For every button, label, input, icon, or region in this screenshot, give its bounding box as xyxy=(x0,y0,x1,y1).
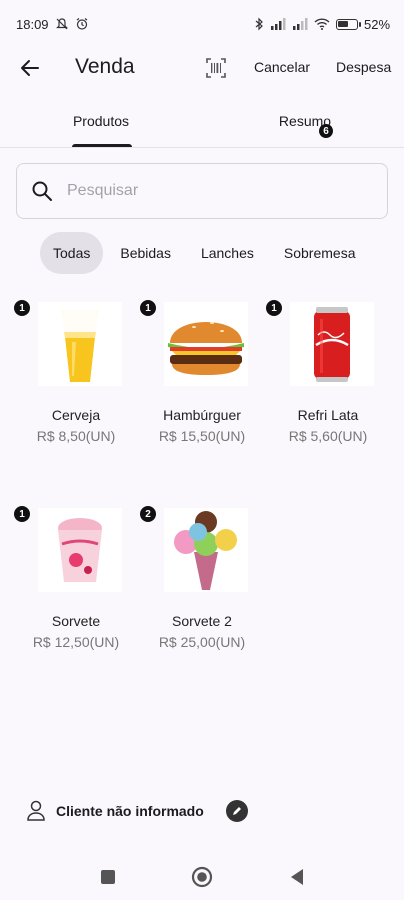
product-card[interactable]: 1 Sorvete R$ 12,50(UN) xyxy=(14,506,138,658)
ice-cream-scoops-image xyxy=(164,508,248,592)
battery-icon xyxy=(335,18,361,30)
mute-icon xyxy=(55,17,69,31)
person-icon xyxy=(27,800,45,821)
product-card[interactable]: 1 Hambúrguer R$ 15,50(UN) xyxy=(140,300,264,452)
tab-bar: Produtos Resumo 6 xyxy=(0,100,404,148)
search-input[interactable] xyxy=(67,182,347,200)
tab-products-label: Produtos xyxy=(72,113,130,129)
product-name: Refri Lata xyxy=(297,407,359,423)
quantity-badge: 1 xyxy=(14,506,30,522)
chip-snacks[interactable]: Lanches xyxy=(188,232,267,274)
product-price: R$ 8,50(UN) xyxy=(36,428,116,444)
summary-count-badge: 6 xyxy=(319,124,333,138)
cancel-button[interactable]: Cancelar xyxy=(254,59,310,75)
status-time: 18:09 xyxy=(16,16,49,32)
burger-image xyxy=(164,302,248,386)
search-box[interactable] xyxy=(16,163,388,219)
app-bar: Venda Cancelar Despesa xyxy=(0,48,404,88)
square-icon xyxy=(101,870,115,884)
product-name: Sorvete 2 xyxy=(172,613,232,629)
product-card[interactable]: 1 Cerveja R$ 8,50(UN) xyxy=(14,300,138,452)
chip-all[interactable]: Todas xyxy=(40,232,104,274)
product-price: R$ 5,60(UN) xyxy=(288,428,368,444)
arrow-left-icon xyxy=(21,60,39,76)
signal-icon xyxy=(270,18,286,30)
client-label: Cliente não informado xyxy=(56,803,204,819)
back-nav-button[interactable] xyxy=(286,866,308,888)
ice-cream-cup-image xyxy=(38,508,122,592)
quantity-badge: 2 xyxy=(140,506,156,522)
client-row[interactable]: Cliente não informado xyxy=(26,798,248,824)
product-name: Hambúrguer xyxy=(163,407,241,423)
recents-button[interactable] xyxy=(97,866,119,888)
home-button[interactable] xyxy=(191,866,213,888)
product-name: Sorvete xyxy=(51,613,101,629)
tab-summary[interactable]: Resumo 6 xyxy=(270,100,340,147)
product-card[interactable]: 1 Refri Lata R$ 5,60(UN) xyxy=(266,300,390,452)
page-title: Venda xyxy=(75,55,135,78)
battery-unit: % xyxy=(378,16,390,32)
quantity-badge: 1 xyxy=(140,300,156,316)
product-price: R$ 12,50(UN) xyxy=(32,634,120,650)
product-card[interactable]: 2 Sorvete 2 R$ 25,00(UN) xyxy=(140,506,264,658)
category-filter: Todas Bebidas Lanches Sobremesa xyxy=(40,232,368,274)
bluetooth-icon xyxy=(254,17,264,31)
quantity-badge: 1 xyxy=(14,300,30,316)
barcode-scanner-icon xyxy=(206,58,226,78)
edit-client-button[interactable] xyxy=(225,800,248,822)
tab-products[interactable]: Produtos xyxy=(60,100,142,147)
battery-level: 52 xyxy=(363,16,379,32)
beer-glass-image xyxy=(38,302,122,386)
chip-drinks[interactable]: Bebidas xyxy=(107,232,184,274)
alarm-icon xyxy=(75,17,89,31)
signal-icon xyxy=(292,18,308,30)
product-price: R$ 25,00(UN) xyxy=(158,634,246,650)
status-bar: 18:09 52% xyxy=(0,0,404,48)
soda-can-image xyxy=(290,302,374,386)
system-navigation-bar xyxy=(0,852,404,900)
circle-icon xyxy=(191,866,213,888)
chip-desserts[interactable]: Sobremesa xyxy=(271,232,369,274)
back-button[interactable] xyxy=(18,56,42,80)
triangle-back-icon xyxy=(291,869,303,885)
pencil-icon xyxy=(232,807,241,815)
quantity-badge: 1 xyxy=(266,300,282,316)
product-price: R$ 15,50(UN) xyxy=(158,428,246,444)
search-icon xyxy=(32,181,52,201)
product-name: Cerveja xyxy=(51,407,101,423)
tab-indicator xyxy=(72,144,132,147)
barcode-scan-button[interactable] xyxy=(204,56,228,80)
wifi-icon xyxy=(314,18,330,30)
expense-button[interactable]: Despesa xyxy=(336,59,391,75)
